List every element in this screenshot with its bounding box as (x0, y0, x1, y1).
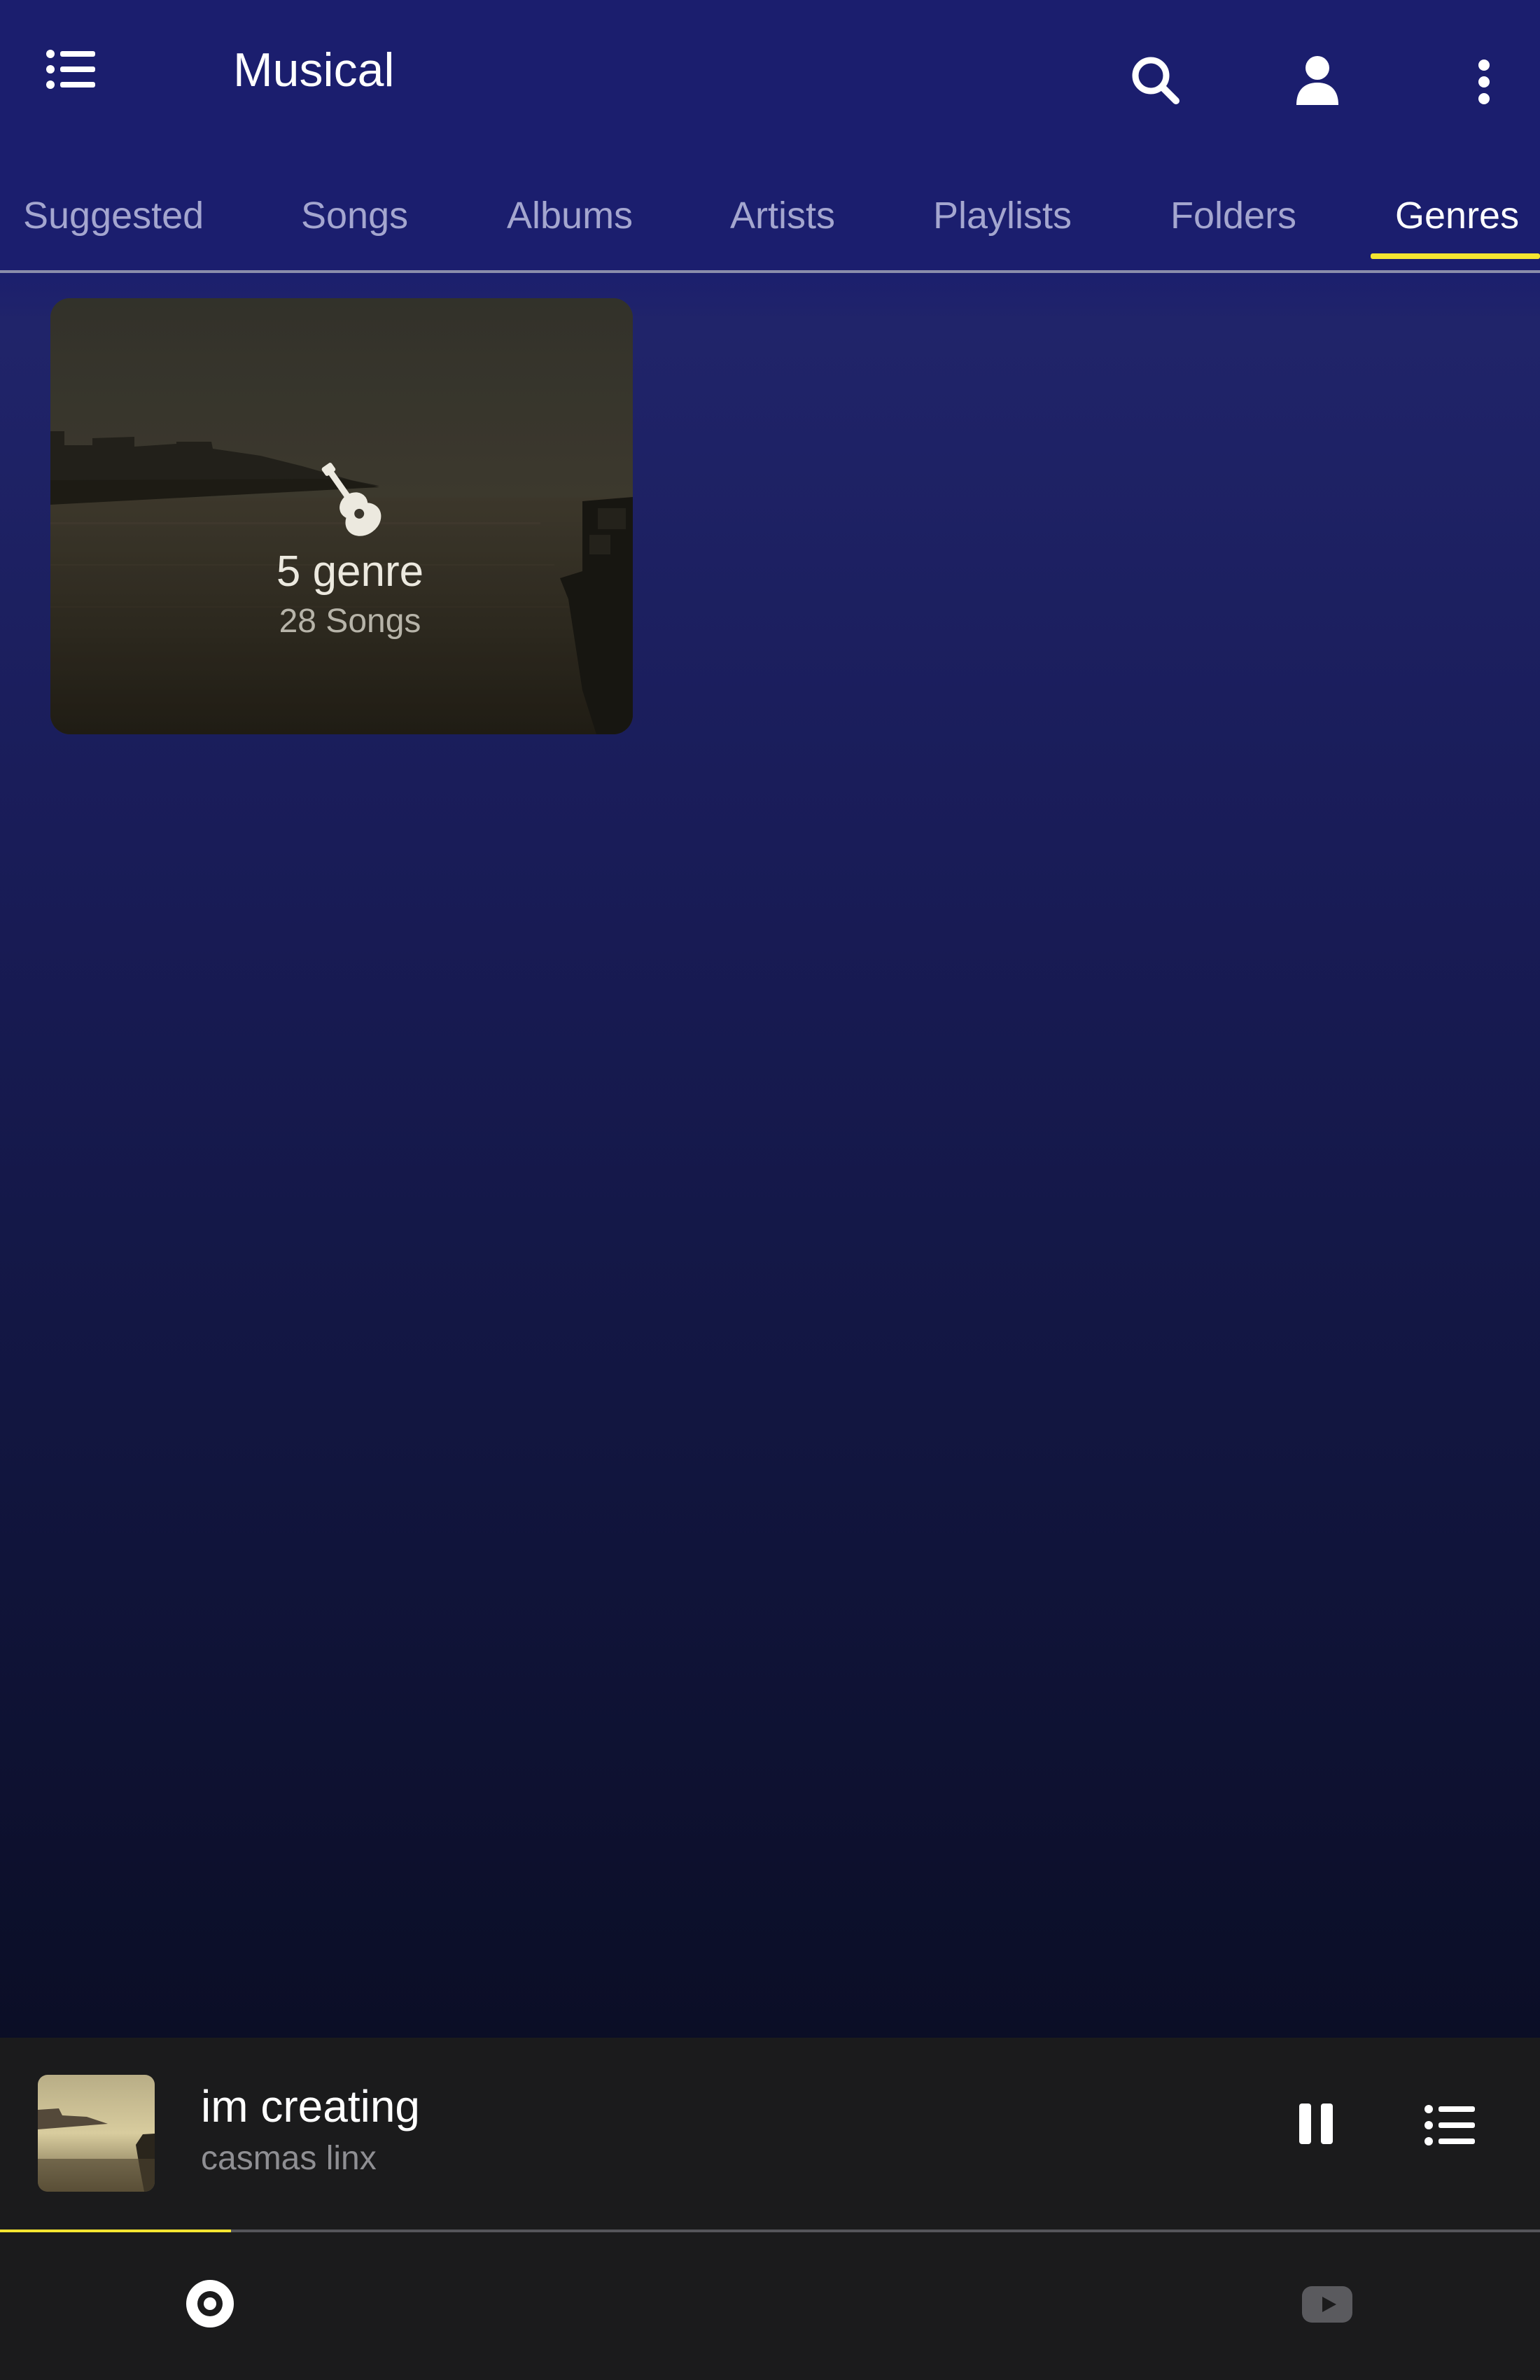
now-playing-artwork[interactable] (38, 2075, 155, 2192)
youtube-icon (1302, 2286, 1352, 2323)
tab-artists[interactable]: Artists (730, 181, 835, 251)
more-vert-icon (1478, 59, 1490, 104)
queue-button[interactable] (1414, 2094, 1485, 2157)
app-screen: Musical Suggested Songs Albums Artists P… (0, 0, 1540, 2038)
library-tabs: Suggested Songs Albums Artists Playlists… (0, 167, 1540, 272)
pause-button[interactable] (1281, 2085, 1351, 2162)
tab-songs[interactable]: Songs (301, 181, 408, 251)
tab-folders[interactable]: Folders (1170, 181, 1296, 251)
disc-icon (186, 2280, 234, 2328)
tab-albums[interactable]: Albums (507, 181, 633, 251)
menu-button[interactable] (35, 34, 106, 105)
bottom-navigation (0, 2232, 1540, 2380)
person-icon (1296, 56, 1338, 105)
now-playing-artist: casmas linx (201, 2140, 377, 2177)
active-tab-indicator (1371, 253, 1540, 259)
pause-icon (1299, 2104, 1333, 2144)
queue-list-icon (1424, 2105, 1475, 2146)
app-title: Musical (233, 43, 395, 97)
now-playing-title: im creating (201, 2081, 420, 2132)
guitar-icon (308, 462, 392, 542)
top-app-bar: Musical (0, 0, 1540, 147)
list-menu-icon (46, 50, 95, 89)
genre-name: 5 genre (276, 547, 424, 596)
tabs-divider (0, 270, 1540, 273)
genre-song-count: 28 Songs (279, 603, 421, 640)
tab-suggested[interactable]: Suggested (23, 181, 204, 251)
search-button[interactable] (1120, 45, 1190, 115)
tab-playlists[interactable]: Playlists (933, 181, 1072, 251)
now-playing-bar[interactable]: im creating casmas linx (0, 2038, 1540, 2231)
tab-genres[interactable]: Genres (1395, 181, 1519, 251)
more-options-button[interactable] (1456, 50, 1512, 113)
account-button[interactable] (1281, 43, 1354, 116)
nav-youtube[interactable] (1292, 2273, 1362, 2336)
search-icon (1132, 57, 1180, 104)
nav-local-music[interactable] (175, 2269, 245, 2339)
